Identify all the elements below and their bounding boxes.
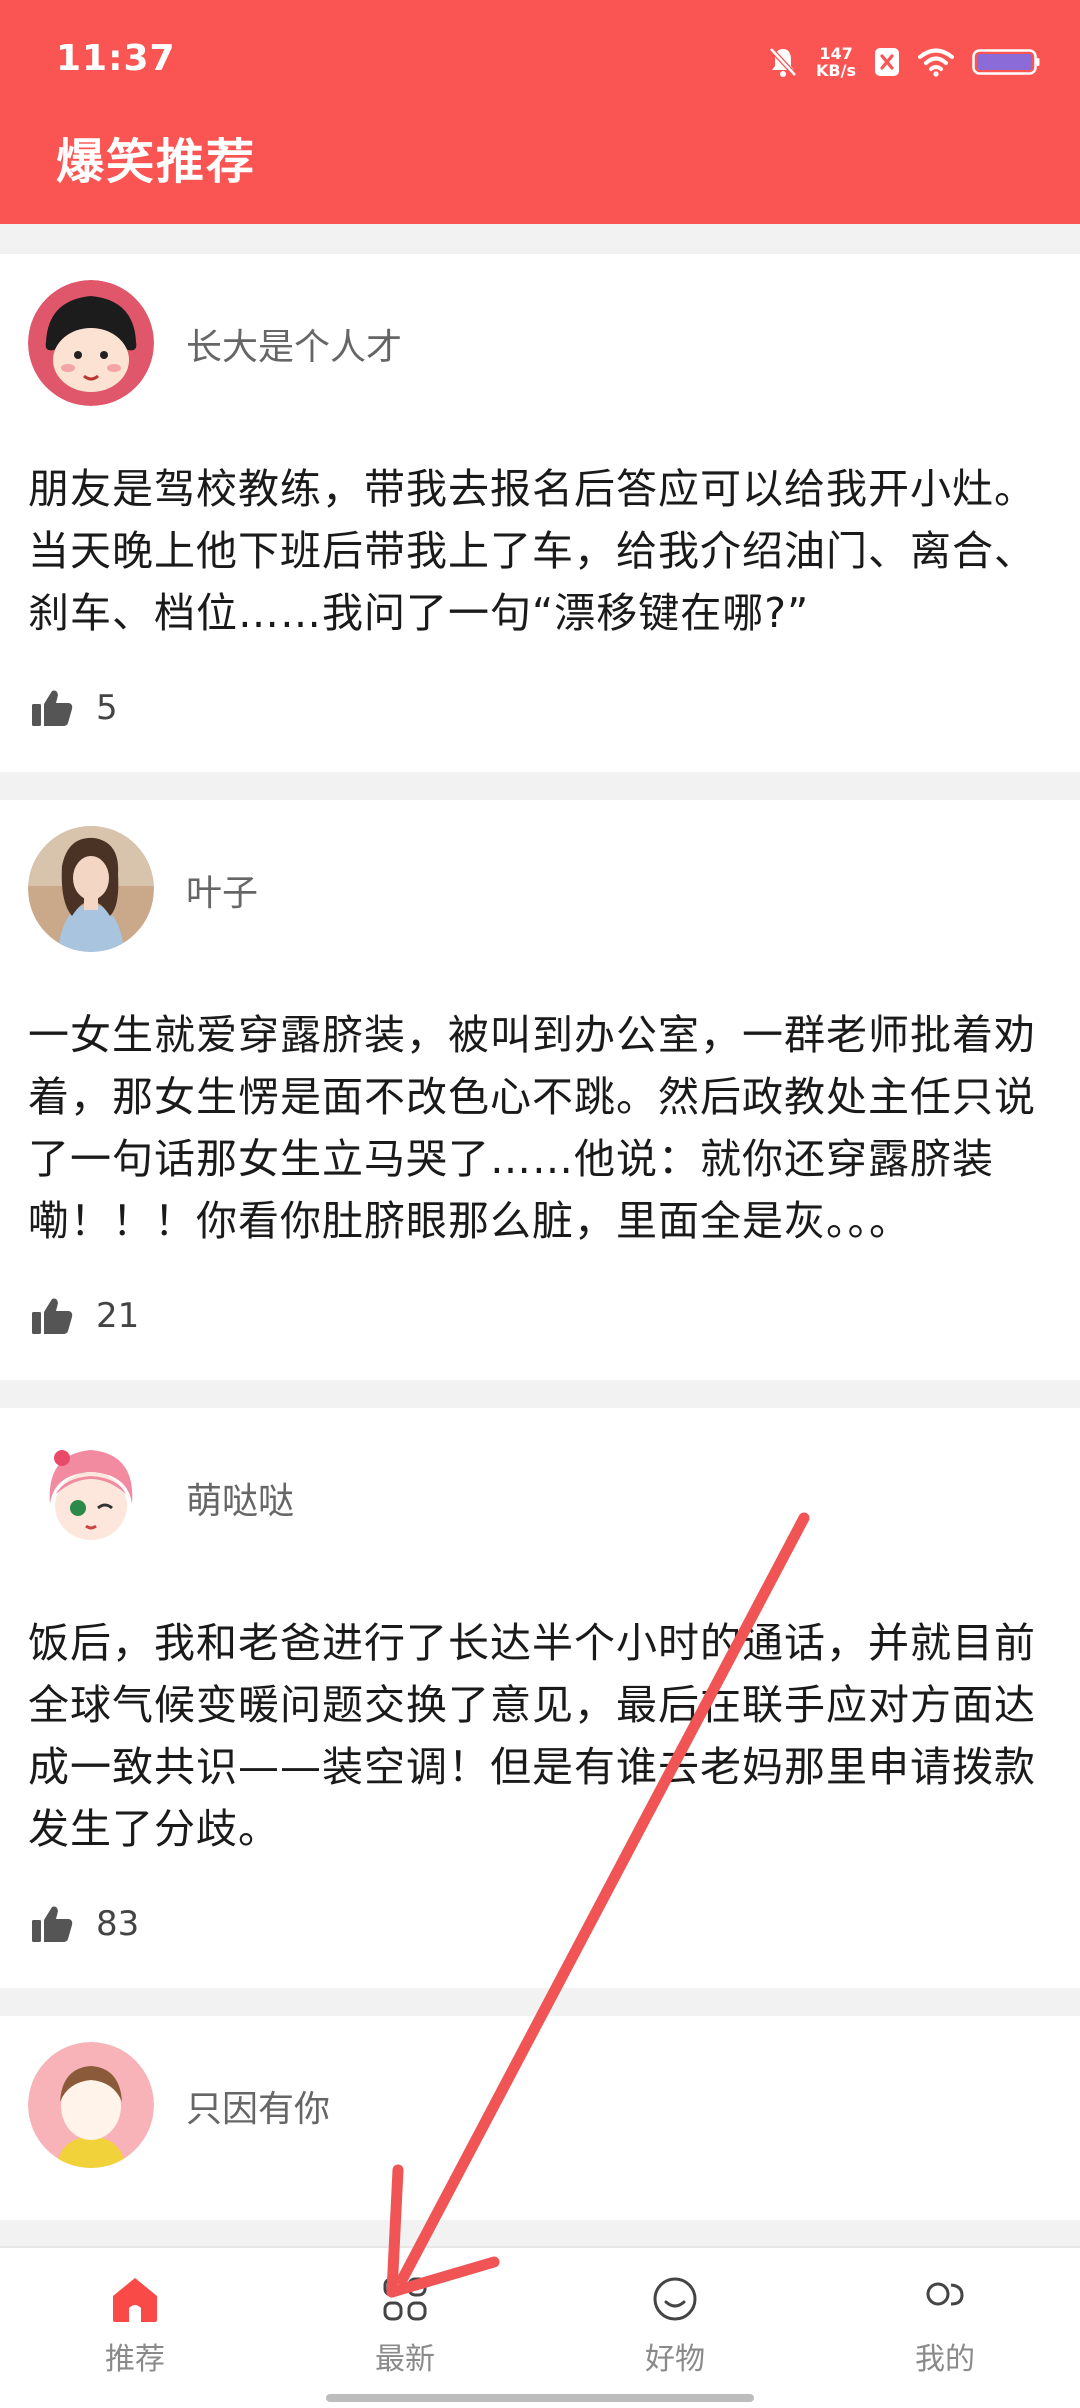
nav-item-mine[interactable]: 我的 [810,2248,1080,2408]
avatar[interactable] [28,2042,154,2168]
home-icon [113,2278,157,2322]
nav-item-recommend[interactable]: 推荐 [0,2248,270,2408]
username[interactable]: 萌哒哒 [186,1472,294,1524]
post-header: 只因有你 [0,2016,1080,2220]
app-header: 11:37 147 KB/s 爆笑推荐 [0,0,1080,224]
app-screen: 11:37 147 KB/s 爆笑推荐 长大是个人才 朋友是驾校教练，带我去报名… [0,0,1080,2408]
nav-item-goods[interactable]: 好物 [540,2248,810,2408]
username[interactable]: 叶子 [186,864,258,916]
wifi-icon [918,48,954,77]
page-title: 爆笑推荐 [56,134,257,190]
grid-icon [383,2277,427,2321]
post-card: 只因有你 [0,2016,1080,2220]
nav-label: 最新 [375,2342,435,2377]
bottom-nav: 推荐 最新 好物 我的 [0,2246,1080,2408]
like-count: 5 [96,688,118,728]
avatar[interactable] [28,280,154,406]
post-card: 叶子 一女生就爱穿露脐装，被叫到办公室，一群老师批着劝着，那女生愣是面不改色心不… [0,800,1080,1380]
like-row: 83 [0,1860,1080,1988]
gesture-bar[interactable] [326,2394,754,2402]
joke-text: 一女生就爱穿露脐装，被叫到办公室，一群老师批着劝着，那女生愣是面不改色心不跳。然… [28,1011,1036,1245]
battery-icon [972,49,1040,75]
no-sim-icon [875,48,899,76]
like-count: 21 [96,1296,140,1336]
thumbs-up-icon[interactable] [30,1296,74,1336]
username[interactable]: 只因有你 [186,2080,330,2132]
status-time: 11:37 [56,38,176,79]
nav-label: 好物 [645,2342,705,2377]
post-header: 长大是个人才 [0,254,1080,458]
avatar[interactable] [28,1434,154,1560]
post-card: 萌哒哒 饭后，我和老爸进行了长达半个小时的通话，并就目前全球气候变暖问题交换了意… [0,1408,1080,1988]
like-count: 83 [96,1904,140,1944]
like-row: 21 [0,1252,1080,1380]
joke-feed[interactable]: 长大是个人才 朋友是驾校教练，带我去报名后答应可以给我开小灶。当天晚上他下班后带… [0,254,1080,2248]
nav-label: 我的 [915,2342,975,2377]
avatar[interactable] [28,826,154,952]
profile-icon [926,2282,964,2306]
joke-text: 朋友是驾校教练，带我去报名后答应可以给我开小灶。当天晚上他下班后带我上了车，给我… [28,465,1036,637]
post-header: 叶子 [0,800,1080,1004]
nav-label: 推荐 [105,2342,165,2377]
like-row: 5 [0,644,1080,772]
thumbs-up-icon[interactable] [30,1904,74,1944]
post-header: 萌哒哒 [0,1408,1080,1612]
network-speed-unit: KB/s [816,61,856,80]
username[interactable]: 长大是个人才 [186,318,402,370]
joke-text: 饭后，我和老爸进行了长达半个小时的通话，并就目前全球气候变暖问题交换了意见，最后… [28,1619,1036,1853]
smile-icon [653,2277,697,2321]
nav-item-latest[interactable]: 最新 [270,2248,540,2408]
network-speed-value: 147 [819,44,853,63]
network-speed: 147 KB/s [816,45,856,79]
post-card: 长大是个人才 朋友是驾校教练，带我去报名后答应可以给我开小灶。当天晚上他下班后带… [0,254,1080,772]
mute-bell-icon [769,47,797,77]
thumbs-up-icon[interactable] [30,688,74,728]
status-icons: 147 KB/s [768,40,1040,84]
